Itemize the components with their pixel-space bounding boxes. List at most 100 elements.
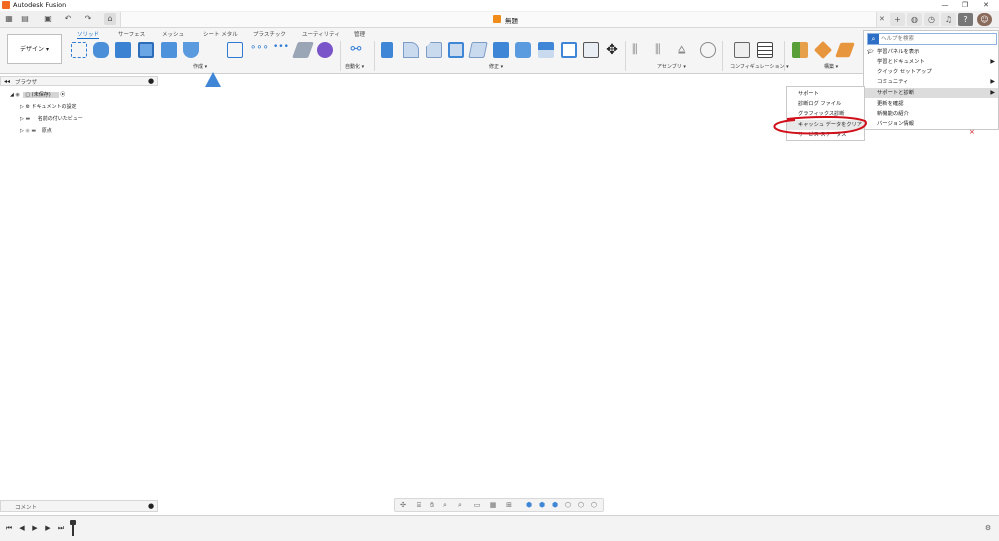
help-icon[interactable]: ? (958, 13, 973, 26)
motion-link-icon[interactable] (700, 42, 716, 58)
look-at-icon[interactable]: ⌸ (414, 501, 424, 510)
submenu-item-support[interactable]: サポート (787, 89, 864, 99)
scale-icon[interactable] (493, 42, 509, 58)
sweep-icon[interactable] (161, 42, 177, 58)
restore-button[interactable]: ❐ (955, 0, 975, 11)
display-settings-icon[interactable]: ▭ (472, 501, 482, 510)
expand-icon[interactable]: ▷ (20, 128, 24, 134)
close-window-button[interactable]: ✕ (976, 0, 996, 11)
automate-icon[interactable]: ⚯ (348, 42, 364, 58)
group-assemble[interactable]: アセンブリ ▾ (657, 63, 686, 70)
expand-icon[interactable]: ▷ (20, 104, 24, 110)
document-tab[interactable]: 無題 (120, 12, 877, 27)
redo-icon[interactable]: ↷ (82, 13, 94, 25)
grid-snaps-icon[interactable]: ▦ (488, 501, 498, 510)
pin-icon[interactable]: ● (148, 502, 154, 510)
extrude-icon[interactable] (93, 42, 109, 58)
step-forward-icon[interactable]: ▶ (44, 523, 52, 533)
view-cube-outline-icon[interactable]: ⬡ (589, 501, 599, 510)
notifications-icon[interactable]: ♫ (941, 13, 956, 26)
mirror-icon[interactable]: ••• (273, 42, 289, 58)
go-to-start-icon[interactable]: ⏮︎ (5, 523, 13, 533)
timeline-marker[interactable] (70, 520, 76, 536)
comments-panel[interactable]: コメント ● (0, 500, 158, 512)
submenu-item-diagnostic-log[interactable]: 診断ログ ファイル (787, 99, 864, 109)
new-tab-button[interactable]: + (890, 13, 905, 26)
play-icon[interactable]: ▶ (31, 523, 39, 533)
press-pull-icon[interactable] (381, 42, 393, 58)
group-modify[interactable]: 修正 ▾ (489, 63, 503, 70)
chamfer-icon[interactable] (426, 42, 442, 58)
tab-plastic[interactable]: プラスチック (253, 30, 286, 38)
viewports-icon[interactable]: ⊞ (504, 501, 514, 510)
file-menu-icon[interactable]: ▤ (19, 13, 31, 25)
tab-mesh[interactable]: メッシュ (162, 30, 184, 38)
collapse-panel-icon[interactable]: ◂◂ (4, 78, 10, 85)
create-sketch-icon[interactable] (71, 42, 87, 58)
move-copy-icon[interactable]: ✥ (604, 42, 620, 58)
create-form-icon[interactable] (317, 42, 333, 58)
minimize-button[interactable]: — (935, 0, 955, 11)
user-avatar[interactable]: ☺ (977, 13, 992, 26)
loft-icon[interactable] (183, 42, 199, 58)
web-icon[interactable] (227, 42, 243, 58)
tree-item-named-views[interactable]: ▷ ▬ 名前の付いたビュー (20, 114, 83, 124)
group-automate[interactable]: 自動化 ▾ (345, 63, 364, 70)
menu-item-quick-setup[interactable]: クイック セットアップ (864, 67, 998, 77)
menu-item-learning-panel[interactable]: 🎓︎ 学習パネルを表示 (864, 47, 998, 57)
isolate-view-cube-icon[interactable]: ⬢ (524, 501, 534, 510)
data-panel-grid-icon[interactable]: ▦ (3, 13, 15, 25)
zoom-icon[interactable]: ⌕ (440, 501, 450, 510)
browser-panel-header[interactable]: ◂◂ ブラウザ ● (0, 76, 158, 86)
help-search-input[interactable] (881, 35, 995, 43)
revolve-icon[interactable] (115, 42, 131, 58)
workspace-switcher[interactable]: デザイン ▾ (7, 34, 62, 64)
tangent-plane-icon[interactable] (835, 42, 855, 58)
hole-icon[interactable] (138, 42, 154, 58)
browser-root[interactable]: ◢ ◉ ▢ (未保存) ⦿ (10, 90, 65, 100)
pattern-icon[interactable]: ∘∘∘ (250, 42, 269, 58)
tree-item-origin[interactable]: ▷ ◉ ▬ 原点 (20, 126, 52, 136)
pan-hand-icon[interactable]: ✋︎ (427, 501, 437, 510)
save-icon[interactable]: ▣ (42, 13, 54, 25)
close-tab-button[interactable]: ✕ (879, 15, 885, 23)
view-cube-outline-icon[interactable]: ⬡ (563, 501, 573, 510)
menu-item-community[interactable]: コミュニティ ▶ (864, 77, 998, 87)
home-icon[interactable]: ⌂ (104, 13, 116, 25)
pin-icon[interactable]: ● (148, 77, 154, 85)
plane-at-angle-icon[interactable] (813, 40, 833, 60)
visibility-eye-icon[interactable]: ◉ (25, 128, 29, 134)
thicken-icon[interactable] (292, 42, 314, 58)
tab-solid[interactable]: ソリッド (77, 30, 100, 39)
configuration-table-icon[interactable] (757, 42, 773, 58)
undo-icon[interactable]: ↶ (62, 13, 74, 25)
as-built-joint-icon[interactable]: ⩠ (678, 42, 694, 58)
group-create[interactable]: 作成 ▾ (193, 63, 207, 70)
orbit-icon[interactable]: ✣ (398, 501, 408, 510)
menu-item-whats-new[interactable]: 新機能の紹介 (864, 109, 998, 119)
rib-icon[interactable] (205, 72, 221, 87)
menu-item-check-updates[interactable]: 更新を確認 (864, 99, 998, 109)
split-body-icon[interactable] (583, 42, 599, 58)
activate-radio-icon[interactable]: ⦿ (60, 92, 65, 98)
menu-item-about[interactable]: バージョン情報 (864, 119, 998, 129)
go-to-end-icon[interactable]: ⏭︎ (57, 523, 65, 533)
configure-icon[interactable] (734, 42, 750, 58)
split-face-icon[interactable] (561, 42, 577, 58)
group-configuration[interactable]: コンフィギュレーション ▾ (730, 63, 789, 70)
draft-icon[interactable] (468, 42, 488, 58)
expand-icon[interactable]: ▷ (20, 116, 24, 122)
expand-icon[interactable]: ◢ (10, 92, 14, 98)
menu-item-learning-docs[interactable]: 学習とドキュメント ▶ (864, 57, 998, 67)
view-cube-icon[interactable]: ⬢ (550, 501, 560, 510)
timeline-settings-gear-icon[interactable]: ⚙ (984, 523, 992, 533)
new-component-icon[interactable]: ⫼ (632, 42, 648, 58)
tab-utilities[interactable]: ユーティリティ (302, 30, 340, 38)
help-search[interactable]: ⌕ (867, 33, 997, 45)
replace-face-icon[interactable] (538, 42, 554, 58)
offset-plane-icon[interactable] (792, 42, 808, 58)
tab-sheet-metal[interactable]: シート メタル (203, 30, 238, 38)
group-construct[interactable]: 構築 ▾ (824, 63, 838, 70)
job-status-icon[interactable]: ◷ (924, 13, 939, 26)
view-cube-outline-icon[interactable]: ⬡ (576, 501, 586, 510)
